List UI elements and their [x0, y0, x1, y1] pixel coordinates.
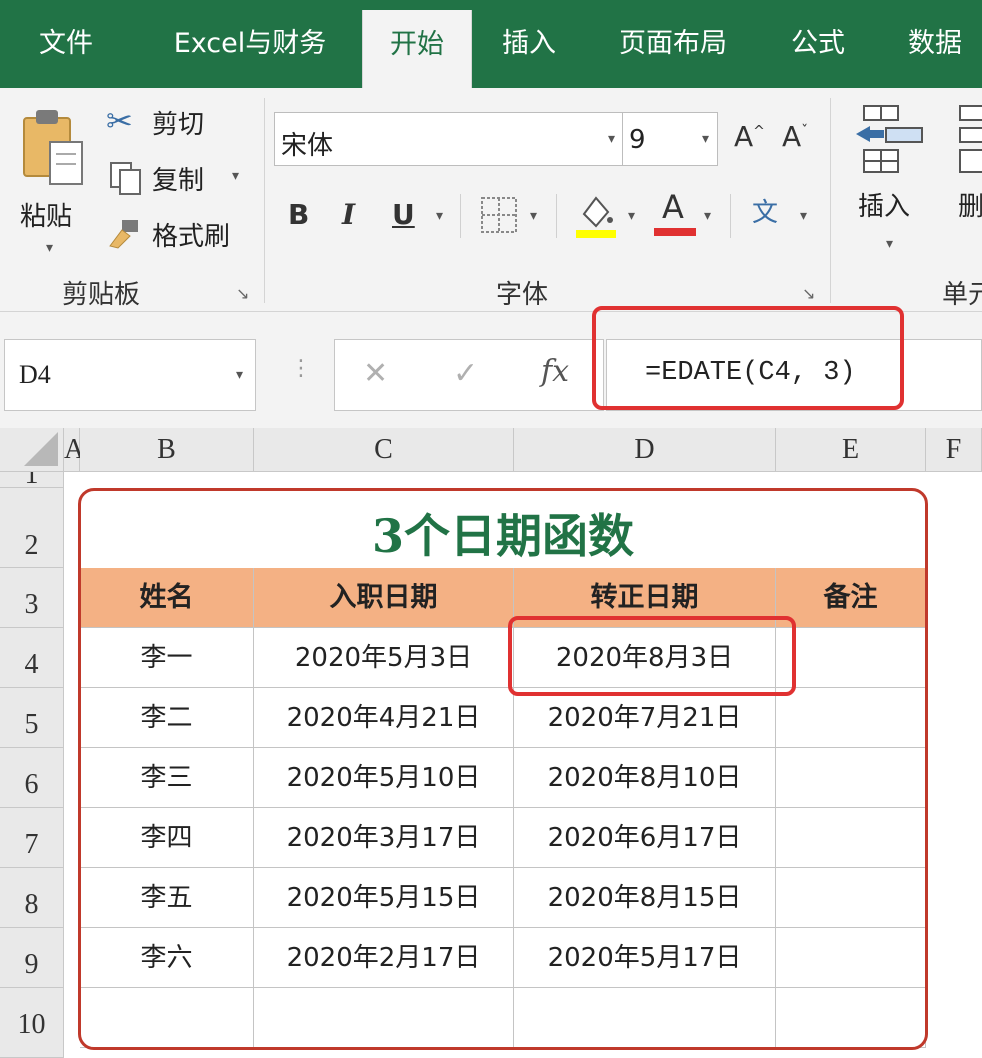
phonetic-guide-icon[interactable]: 文	[752, 192, 778, 229]
row-header-3[interactable]: 3	[0, 568, 64, 628]
grow-font-label: A	[734, 120, 754, 153]
divider	[460, 194, 461, 238]
clipboard-icon	[23, 110, 83, 185]
row-header-7[interactable]: 7	[0, 808, 64, 868]
select-all-corner[interactable]	[0, 428, 64, 472]
row-header-8[interactable]: 8	[0, 868, 64, 928]
font-size-select[interactable]: 9 ▾	[622, 112, 718, 166]
tab-formulas[interactable]: 公式	[772, 0, 864, 88]
tab-home[interactable]: 开始	[362, 10, 472, 88]
insert-cells-label: 插入	[858, 192, 911, 222]
chevron-down-icon: ▾	[607, 131, 615, 147]
insert-function-icon[interactable]: fx	[541, 354, 569, 389]
result-highlight-frame	[508, 616, 796, 696]
column-header-a[interactable]: A	[64, 428, 84, 472]
paste-label: 粘贴	[20, 202, 73, 232]
cells-group-label: 单元	[942, 280, 982, 310]
insert-cells-icon	[856, 105, 923, 173]
phonetic-dropdown-icon[interactable]: ▾	[800, 208, 807, 224]
insert-cells-button[interactable]: 插入 ▾	[846, 100, 936, 260]
shrink-font-label: A	[782, 120, 802, 153]
group-separator	[830, 98, 831, 303]
divider	[556, 194, 557, 238]
copy-icon	[110, 162, 141, 195]
clipboard-group-label: 剪贴板	[62, 280, 141, 310]
cut-button[interactable]: ✂ 剪切	[106, 102, 236, 142]
font-name-value: 宋体	[281, 131, 334, 161]
row-header-4[interactable]: 4	[0, 628, 64, 688]
row-header-2[interactable]: 2	[0, 488, 64, 568]
font-color-swatch	[654, 228, 696, 236]
tab-insert[interactable]: 插入	[484, 0, 574, 88]
fill-color-dropdown-icon[interactable]: ▾	[628, 208, 635, 224]
tab-page-layout[interactable]: 页面布局	[598, 0, 748, 88]
group-separator	[264, 98, 265, 303]
table-outline-frame	[78, 488, 928, 1050]
column-header-c[interactable]: C	[254, 428, 514, 472]
paste-dropdown-icon[interactable]: ▾	[46, 240, 53, 256]
borders-dropdown-icon[interactable]: ▾	[530, 208, 537, 224]
name-box-value: D4	[19, 360, 51, 389]
copy-button[interactable]: 复制 ▾	[106, 158, 256, 198]
font-color-label: A	[662, 188, 684, 226]
column-header-d[interactable]: D	[514, 428, 776, 472]
row-header-6[interactable]: 6	[0, 748, 64, 808]
font-name-select[interactable]: 宋体 ▾	[274, 112, 624, 166]
row-header-10[interactable]: 10	[0, 988, 64, 1058]
borders-icon[interactable]	[480, 196, 518, 234]
ribbon: 粘贴 ▾ ✂ 剪切 复制 ▾ 格式刷 剪贴板 ↘ 宋体 ▾ 9 ▾ A^ Aˇ …	[0, 88, 982, 312]
font-launcher-icon[interactable]: ↘	[802, 284, 815, 303]
paintbrush-icon	[109, 220, 138, 249]
formula-bar: D4 ▾ ⋮ ✕ ✓ fx =EDATE(C4, 3)	[0, 306, 982, 428]
font-group-label: 字体	[496, 280, 549, 310]
delete-cells-label: 删	[958, 192, 982, 222]
tab-excel-finance[interactable]: Excel与财务	[140, 0, 360, 88]
format-painter-button[interactable]: 格式刷	[106, 214, 256, 254]
delete-cells-button[interactable]: 删	[954, 100, 982, 260]
clipboard-launcher-icon[interactable]: ↘	[236, 284, 249, 303]
drag-handle-icon[interactable]: ⋮	[290, 356, 312, 381]
divider	[730, 194, 731, 238]
column-header-e[interactable]: E	[776, 428, 926, 472]
column-header-f[interactable]: F	[926, 428, 982, 472]
italic-button[interactable]: I	[342, 198, 355, 231]
row-header-5[interactable]: 5	[0, 688, 64, 748]
column-header-b[interactable]: B	[80, 428, 254, 472]
copy-label: 复制	[152, 166, 205, 196]
chevron-down-icon: ▾	[701, 131, 709, 147]
grow-font-button[interactable]: A^	[734, 120, 765, 153]
formula-highlight-frame	[592, 306, 904, 410]
format-painter-label: 格式刷	[152, 222, 231, 252]
select-all-triangle-icon	[24, 432, 58, 466]
insert-dropdown-icon[interactable]: ▾	[886, 236, 893, 252]
bold-button[interactable]: B	[288, 198, 309, 231]
copy-dropdown-icon[interactable]: ▾	[232, 168, 239, 184]
worksheet-grid: A B C D E F 1 2 3 4 5 6 7 8 9 10 3个日期函数 …	[0, 428, 982, 1058]
scissors-icon: ✂	[106, 102, 133, 140]
font-color-dropdown-icon[interactable]: ▾	[704, 208, 711, 224]
delete-cells-icon	[959, 105, 982, 173]
tab-data[interactable]: 数据	[888, 0, 982, 88]
formula-buttons: ✕ ✓ fx	[334, 339, 604, 411]
tab-file[interactable]: 文件	[10, 0, 122, 88]
row-header-1[interactable]: 1	[0, 472, 64, 488]
ribbon-tab-bar: 文件 Excel与财务 开始 插入 页面布局 公式 数据	[0, 0, 982, 88]
font-size-value: 9	[629, 125, 646, 155]
fill-color-icon[interactable]	[574, 190, 618, 240]
row-header-9[interactable]: 9	[0, 928, 64, 988]
cancel-icon[interactable]: ✕	[363, 356, 388, 391]
enter-icon[interactable]: ✓	[453, 356, 478, 391]
underline-dropdown-icon[interactable]: ▾	[436, 208, 443, 224]
shrink-font-button[interactable]: Aˇ	[782, 120, 808, 153]
cut-label: 剪切	[152, 110, 205, 140]
paste-button[interactable]: 粘贴 ▾	[12, 98, 94, 262]
chevron-down-icon: ▾	[235, 367, 243, 383]
underline-button[interactable]: U	[392, 198, 415, 231]
font-color-button[interactable]: A	[654, 188, 696, 238]
name-box[interactable]: D4 ▾	[4, 339, 256, 411]
